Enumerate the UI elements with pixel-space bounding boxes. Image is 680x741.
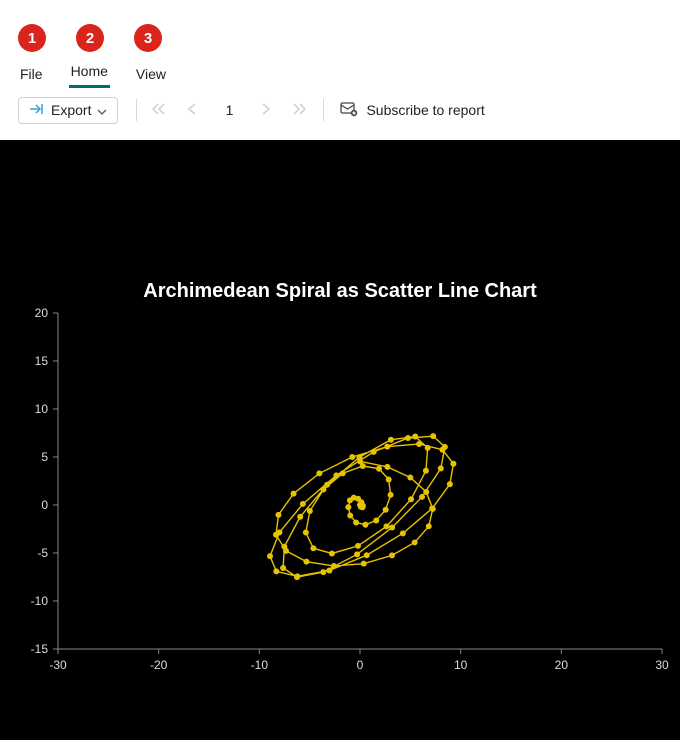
svg-text:-5: -5 — [37, 546, 48, 560]
svg-text:10: 10 — [454, 658, 468, 672]
page-next-icon[interactable] — [261, 102, 271, 118]
page-first-icon[interactable] — [151, 102, 165, 118]
toolbar-separator — [323, 99, 324, 121]
subscribe-label: Subscribe to report — [366, 102, 484, 118]
export-label: Export — [51, 102, 91, 118]
svg-text:5: 5 — [41, 450, 48, 464]
page-prev-icon[interactable] — [187, 102, 197, 118]
page-number: 1 — [219, 102, 239, 118]
svg-text:0: 0 — [41, 498, 48, 512]
menu-view[interactable]: View — [134, 66, 168, 88]
export-button[interactable]: Export — [18, 97, 118, 124]
svg-text:-15: -15 — [31, 642, 49, 656]
svg-text:20: 20 — [555, 658, 569, 672]
svg-text:-10: -10 — [251, 658, 269, 672]
callout-badge-3: 3 — [134, 24, 162, 52]
export-icon — [29, 102, 45, 119]
chevron-down-icon — [97, 102, 107, 118]
svg-text:0: 0 — [357, 658, 364, 672]
svg-text:30: 30 — [655, 658, 669, 672]
svg-text:15: 15 — [35, 354, 49, 368]
scatter-plot: -30 -20 -10 0 10 20 30 -15 -10 -5 0 5 10 15 20 — [0, 303, 680, 683]
toolbar: Export 1 Subscribe to report — [0, 88, 680, 132]
page-last-icon[interactable] — [293, 102, 307, 118]
svg-text:-30: -30 — [49, 658, 67, 672]
page-navigator: 1 — [151, 102, 307, 118]
svg-text:-10: -10 — [31, 594, 49, 608]
callout-badge-2: 2 — [76, 24, 104, 52]
svg-text:-20: -20 — [150, 658, 168, 672]
menu-file[interactable]: File — [18, 66, 45, 88]
chart-title: Archimedean Spiral as Scatter Line Chart — [0, 140, 680, 303]
chart-area: Archimedean Spiral as Scatter Line Chart… — [0, 140, 680, 740]
svg-text:20: 20 — [35, 306, 49, 320]
subscribe-icon — [340, 101, 358, 120]
menu-home[interactable]: Home — [69, 63, 110, 88]
subscribe-button[interactable]: Subscribe to report — [340, 101, 484, 120]
svg-text:10: 10 — [35, 402, 49, 416]
callout-badge-1: 1 — [18, 24, 46, 52]
toolbar-separator — [136, 99, 137, 121]
